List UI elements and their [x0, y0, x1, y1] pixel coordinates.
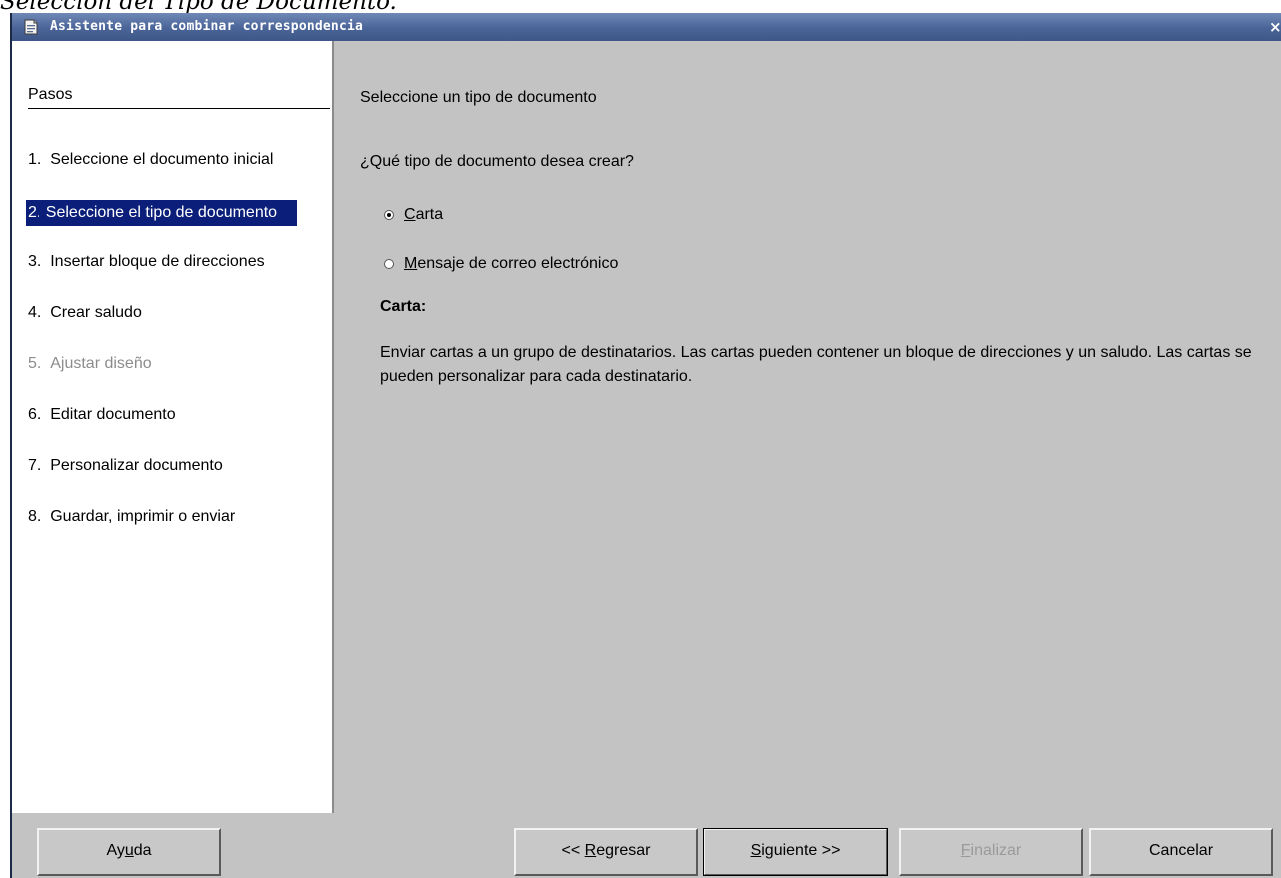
step-number: 5. [28, 355, 42, 372]
label-rest: ensaje de correo electrónico [417, 255, 619, 272]
step-number: 3. [28, 253, 42, 270]
step-number: 4. [28, 304, 42, 321]
heading-divider [28, 108, 330, 109]
next-button[interactable]: Siguiente >> [703, 828, 888, 876]
btn-pre: << [561, 842, 585, 859]
step-item[interactable]: 4. Crear saludo [28, 302, 297, 353]
mnemonic: C [404, 206, 416, 223]
btn-post: iguiente >> [761, 842, 841, 859]
step-label: Guardar, imprimir o enviar [50, 508, 236, 525]
btn-post: inalizar [970, 842, 1022, 859]
steps-heading: Pasos [28, 86, 73, 103]
question-text: ¿Qué tipo de documento desea crear? [360, 153, 634, 170]
step-item[interactable]: 1. Seleccione el documento inicial [28, 149, 297, 200]
step-number: 7. [28, 457, 42, 474]
step-item[interactable]: 3. Insertar bloque de direcciones [28, 251, 297, 302]
radio-button-checked[interactable] [384, 210, 394, 220]
btn-mnemonic: u [124, 842, 134, 859]
steps-list: 1. Seleccione el documento inicial 2. Se… [26, 149, 298, 557]
btn-post: egresar [596, 842, 651, 859]
step-number: 1. [28, 151, 42, 168]
description-text: Enviar cartas a un grupo de destinatario… [380, 344, 1252, 385]
btn-mnemonic: R [584, 842, 597, 859]
btn-mnemonic: F [960, 842, 971, 859]
step-item[interactable]: 8. Guardar, imprimir o enviar [28, 506, 297, 557]
step-label: Personalizar documento [50, 457, 223, 474]
content-title: Seleccione un tipo de documento [360, 89, 597, 106]
content-panel: Seleccione un tipo de documento ¿Qué tip… [334, 41, 1281, 813]
step-label: Ajustar diseño [50, 355, 152, 372]
document-icon [22, 18, 40, 36]
step-label: Seleccione el tipo de documento [39, 200, 298, 226]
finish-button: Finalizar [899, 828, 1083, 876]
label-rest: arta [415, 206, 444, 223]
help-button[interactable]: Ayuda [37, 828, 221, 876]
step-label-text: Seleccione el tipo de documento [45, 204, 278, 221]
page: Selección del Tipo de Documento. Asisten… [0, 0, 1281, 878]
mnemonic: M [404, 255, 418, 272]
window-title: Asistente para combinar correspondencia [50, 19, 364, 34]
btn-pre: Ay [106, 842, 125, 859]
page-caption: Selección del Tipo de Documento. [0, 0, 397, 15]
title-bar[interactable]: Asistente para combinar correspondencia … [12, 13, 1281, 41]
step-item[interactable]: 6. Editar documento [28, 404, 297, 455]
step-number: 6. [28, 406, 42, 423]
step-item[interactable]: 7. Personalizar documento [28, 455, 297, 506]
radio-label-letter: Carta [404, 205, 443, 225]
step-number: 8. [28, 508, 42, 525]
radio-label-email: Mensaje de correo electrónico [404, 254, 618, 274]
btn-label: Cancelar [1148, 842, 1214, 859]
back-button[interactable]: << Regresar [514, 828, 698, 876]
step-label: Seleccione el documento inicial [50, 151, 274, 168]
button-bar: Ayuda << Regresar Siguiente >> Finalizar… [12, 813, 1281, 878]
step-label: Insertar bloque de direcciones [50, 253, 265, 270]
btn-post: da [133, 842, 152, 859]
description-title: Carta: [380, 298, 427, 315]
step-label: Crear saludo [50, 304, 142, 321]
step-label: Editar documento [50, 406, 176, 423]
cancel-button[interactable]: Cancelar [1089, 828, 1273, 876]
steps-sidebar: Pasos 1. Seleccione el documento inicial… [12, 41, 334, 813]
close-icon[interactable]: × [1269, 17, 1281, 37]
btn-mnemonic: S [750, 842, 762, 859]
wizard-window: Asistente para combinar correspondencia … [10, 13, 1281, 878]
step-item-disabled: 5. Ajustar diseño [28, 353, 297, 404]
step-item-active[interactable]: 2. Seleccione el tipo de documento [26, 200, 298, 251]
radio-button[interactable] [384, 259, 394, 269]
